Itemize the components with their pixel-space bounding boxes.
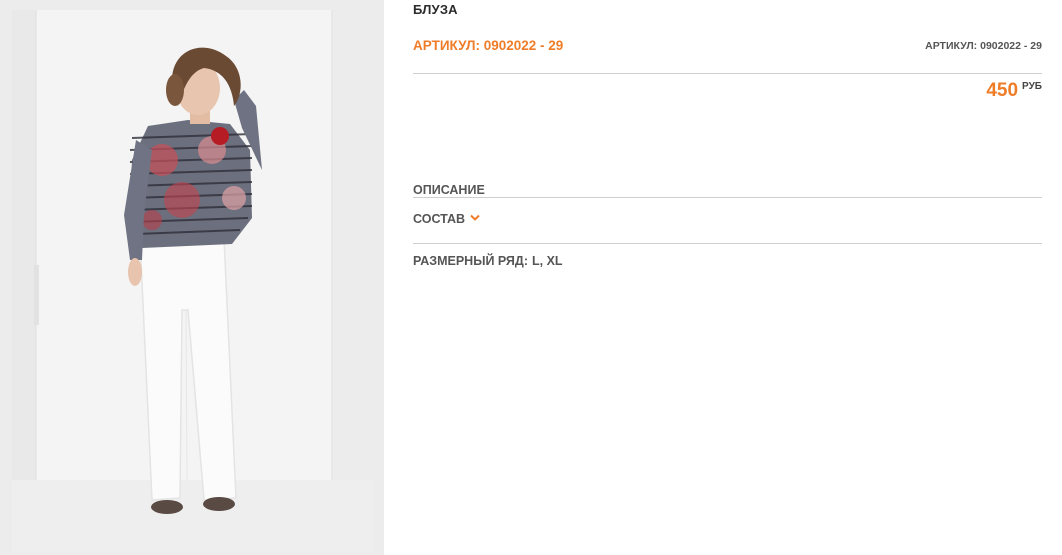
size-range: РАЗМЕРНЫЙ РЯД: L, XL: [413, 254, 563, 268]
product-image-frame: [0, 0, 384, 555]
description-heading[interactable]: ОПИСАНИЕ: [413, 183, 485, 197]
product-title: БЛУЗА: [413, 2, 458, 17]
size-range-values: L, XL: [531, 254, 563, 268]
price-currency: РУБ: [1022, 81, 1042, 92]
price-block: 450 РУБ: [986, 80, 1042, 102]
sku-secondary: АРТИКУЛ: 0902022 - 29: [925, 40, 1042, 52]
composition-label: СОСТАВ: [413, 212, 466, 226]
price-value: 450: [986, 80, 1019, 101]
divider: [413, 243, 1042, 244]
product-photo[interactable]: [12, 10, 373, 552]
product-photo-illustration: [12, 10, 373, 552]
divider: [413, 73, 1042, 74]
size-range-label: РАЗМЕРНЫЙ РЯД:: [413, 254, 528, 268]
product-info: БЛУЗА АРТИКУЛ: 0902022 - 29 АРТИКУЛ: 090…: [413, 0, 1042, 555]
sku-primary: АРТИКУЛ: 0902022 - 29: [413, 38, 564, 53]
chevron-down-icon: [470, 211, 480, 225]
divider: [413, 197, 1042, 198]
composition-toggle[interactable]: СОСТАВ: [413, 212, 480, 226]
